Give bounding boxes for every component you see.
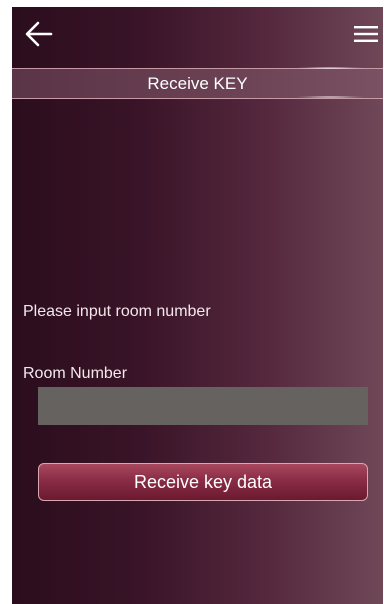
instruction-text: Please input room number	[23, 303, 211, 320]
title-bar: Receive KEY	[12, 67, 383, 99]
top-bar	[12, 7, 383, 67]
room-number-label: Room Number	[23, 365, 128, 382]
back-button[interactable]	[22, 17, 56, 51]
hamburger-menu-icon	[354, 26, 378, 42]
receive-key-data-button[interactable]: Receive key data	[38, 463, 368, 501]
menu-button[interactable]	[351, 21, 381, 47]
room-number-input[interactable]	[38, 387, 368, 425]
page-title: Receive KEY	[147, 74, 248, 93]
arrow-left-icon	[25, 21, 53, 47]
app-screen: Receive KEY Please input room number Roo…	[12, 7, 383, 604]
